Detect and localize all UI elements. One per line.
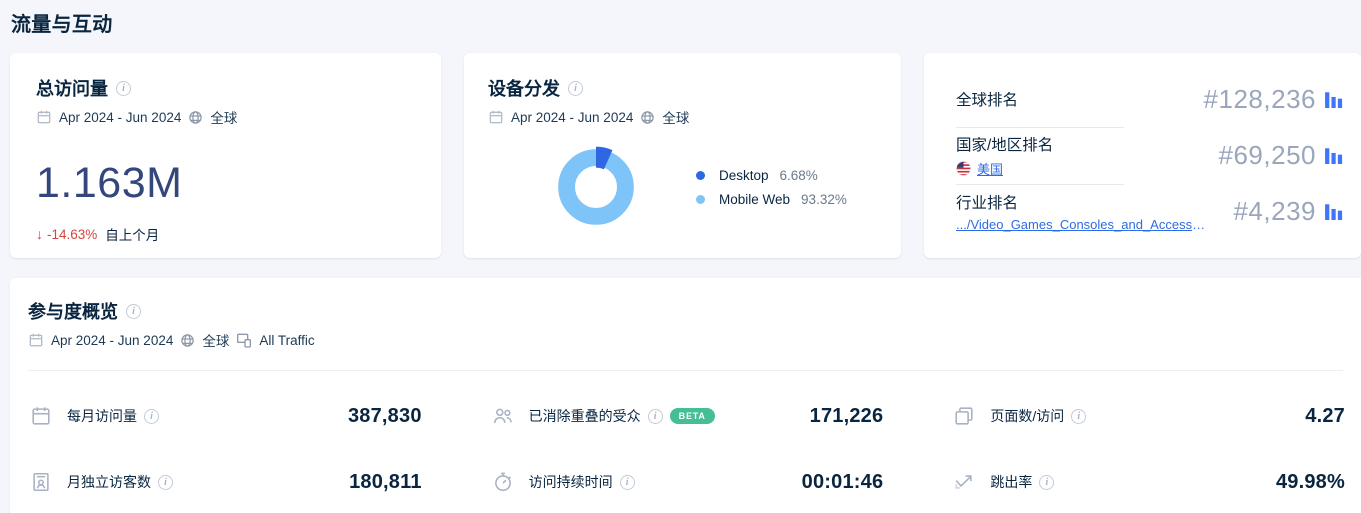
total-visits-value: 1.163M [36, 159, 415, 208]
country-rank-value: #69,250 [1219, 140, 1316, 171]
legend-label: Mobile Web [719, 192, 790, 207]
device-distribution-card: 设备分发 i Apr 2024 - Jun 2024 全球 [464, 53, 901, 258]
legend-value: 6.68% [780, 168, 818, 183]
device-distribution-title: 设备分发 [488, 75, 560, 101]
change-period-label: 自上个月 [105, 224, 159, 244]
info-icon[interactable]: i [116, 81, 131, 96]
traffic-engagement-page: 流量与互动 总访问量 i Apr 2024 - Jun 2024 全球 1.16… [0, 0, 1361, 513]
bounce-icon [953, 471, 975, 493]
metric-value: 4.27 [1305, 405, 1345, 428]
legend-value: 93.32% [801, 192, 847, 207]
metric-value: 171,226 [810, 405, 884, 428]
calendar-icon [30, 405, 52, 427]
metric-value: 180,811 [349, 471, 422, 494]
industry-rank-row: 行业排名 .../Video_Games_Consoles_and_Access… [956, 184, 1345, 240]
engagement-metrics-grid: 每月访问量 i 387,830 已消除重叠的受众 i BETA 171,226 [10, 371, 1361, 513]
global-rank-label: 全球排名 [956, 88, 1018, 110]
info-icon[interactable]: i [1071, 409, 1086, 424]
country-link[interactable]: 美国 [977, 159, 1003, 178]
total-visits-card: 总访问量 i Apr 2024 - Jun 2024 全球 1.163M ↓ -… [10, 53, 441, 258]
metric-value: 387,830 [348, 405, 422, 428]
device-donut-chart [554, 145, 638, 229]
info-icon[interactable]: i [620, 475, 635, 490]
metric-label: 已消除重叠的受众 [529, 406, 641, 426]
date-range: Apr 2024 - Jun 2024 [51, 333, 173, 348]
metric-bounce-rate: 跳出率 i 49.98% [953, 461, 1345, 503]
info-icon[interactable]: i [1039, 475, 1054, 490]
info-icon[interactable]: i [126, 304, 141, 319]
metric-label: 访问持续时间 [529, 472, 613, 492]
industry-rank-label: 行业排名 [956, 191, 1206, 213]
all-traffic-icon [236, 332, 252, 348]
rank-bars-icon [1325, 91, 1343, 108]
device-legend: Desktop 6.68% Mobile Web 93.32% [696, 168, 847, 207]
rankings-card: 全球排名 #128,236 国家/地区排名 [924, 53, 1361, 258]
globe-icon [640, 110, 655, 125]
info-icon[interactable]: i [648, 409, 663, 424]
traffic-filter-label: All Traffic [259, 333, 314, 348]
stopwatch-icon [492, 471, 514, 493]
total-visits-title: 总访问量 [36, 75, 108, 101]
info-icon[interactable]: i [158, 475, 173, 490]
info-icon[interactable]: i [568, 81, 583, 96]
metric-visit-duration: 访问持续时间 i 00:01:46 [492, 461, 884, 503]
mobile-dot-icon [696, 195, 705, 204]
metric-label: 跳出率 [990, 472, 1032, 492]
desktop-dot-icon [696, 171, 705, 180]
globe-icon [188, 110, 203, 125]
calendar-icon [488, 109, 504, 125]
metric-label: 页面数/访问 [990, 406, 1064, 426]
global-rank-row: 全球排名 #128,236 [956, 71, 1345, 127]
global-rank-value: #128,236 [1204, 84, 1316, 115]
us-flag-icon [956, 161, 971, 176]
metric-label: 每月访问量 [67, 406, 137, 426]
industry-link[interactable]: .../Video_Games_Consoles_and_Accessor... [956, 217, 1206, 232]
industry-rank-value: #4,239 [1233, 196, 1316, 227]
metric-value: 00:01:46 [802, 471, 884, 494]
pages-icon [953, 405, 975, 427]
audience-icon [492, 405, 514, 427]
country-rank-row: 国家/地区排名 美国 #69,250 [956, 127, 1345, 183]
legend-item-mobile-web[interactable]: Mobile Web 93.32% [696, 192, 847, 207]
down-arrow-icon: ↓ [36, 226, 43, 242]
metric-value: 49.98% [1276, 471, 1345, 494]
unique-visitor-icon [30, 471, 52, 493]
region-label: 全球 [210, 107, 237, 127]
globe-icon [180, 333, 195, 348]
region-label: 全球 [662, 107, 689, 127]
metric-label: 月独立访客数 [67, 472, 151, 492]
page-title: 流量与互动 [0, 0, 1361, 37]
legend-label: Desktop [719, 168, 769, 183]
engagement-overview-card: 参与度概览 i Apr 2024 - Jun 2024 全球 All Traff… [10, 278, 1361, 513]
rank-bars-icon [1325, 203, 1343, 220]
beta-badge: BETA [670, 408, 715, 424]
metric-pages-per-visit: 页面数/访问 i 4.27 [953, 395, 1345, 437]
top-cards-row: 总访问量 i Apr 2024 - Jun 2024 全球 1.163M ↓ -… [10, 53, 1361, 258]
legend-item-desktop[interactable]: Desktop 6.68% [696, 168, 847, 183]
date-range: Apr 2024 - Jun 2024 [59, 110, 181, 125]
metric-monthly-visits: 每月访问量 i 387,830 [30, 395, 422, 437]
metric-deduplicated-audience: 已消除重叠的受众 i BETA 171,226 [492, 395, 884, 437]
engagement-title: 参与度概览 [28, 298, 118, 324]
rank-bars-icon [1325, 147, 1343, 164]
metric-monthly-unique-visitors: 月独立访客数 i 180,811 [30, 461, 422, 503]
change-percent: -14.63% [47, 227, 97, 242]
calendar-icon [36, 109, 52, 125]
region-label: 全球 [202, 330, 229, 350]
info-icon[interactable]: i [144, 409, 159, 424]
calendar-icon [28, 332, 44, 348]
country-rank-label: 国家/地区排名 [956, 133, 1053, 155]
date-range: Apr 2024 - Jun 2024 [511, 110, 633, 125]
